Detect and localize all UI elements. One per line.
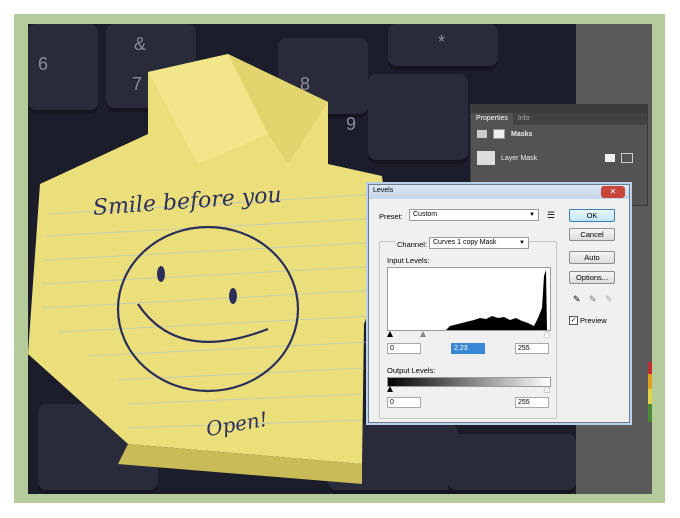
preset-options-icon[interactable]: ☰: [547, 210, 555, 221]
channel-value: Curves 1 copy Mask: [433, 239, 497, 246]
color-swatch-strip: [648, 362, 652, 422]
output-white-field[interactable]: 255: [515, 397, 549, 408]
input-black-slider[interactable]: [387, 331, 393, 337]
histogram-graph: [446, 270, 547, 330]
input-gamma-field[interactable]: 2.23: [451, 343, 485, 354]
tab-info[interactable]: Info: [513, 113, 535, 125]
masks-label: Masks: [511, 130, 533, 138]
output-levels-label: Output Levels:: [387, 366, 436, 375]
vector-mask-icon[interactable]: [621, 153, 634, 163]
panel-tabs: Properties Info: [471, 113, 647, 125]
dialog-titlebar[interactable]: Levels ✕: [369, 185, 629, 199]
dialog-title: Levels: [373, 187, 394, 194]
layer-mask-row: Layer Mask: [471, 149, 647, 167]
preset-select[interactable]: Custom ▼: [409, 209, 539, 221]
preset-value: Custom: [413, 211, 438, 218]
gray-eyedropper-icon[interactable]: ✎: [589, 294, 597, 305]
preset-label: Preset:: [379, 212, 403, 221]
panel-titlebar[interactable]: [471, 105, 647, 113]
auto-button[interactable]: Auto: [569, 251, 615, 264]
preview-checkbox[interactable]: ✓: [569, 316, 578, 325]
ok-button[interactable]: OK: [569, 209, 615, 222]
preview-label: Preview: [580, 316, 607, 325]
white-eyedropper-icon[interactable]: ✎: [605, 294, 613, 305]
input-white-field[interactable]: 255: [515, 343, 549, 354]
layer-mask-label: Layer Mask: [501, 154, 538, 162]
channel-select[interactable]: Curves 1 copy Mask ▼: [429, 237, 529, 249]
close-button[interactable]: ✕: [601, 186, 625, 198]
channel-label: Channel:: [395, 240, 430, 249]
black-eyedropper-icon[interactable]: ✎: [573, 294, 581, 305]
input-black-field[interactable]: 0: [387, 343, 421, 354]
chevron-down-icon: ▼: [519, 240, 525, 246]
apply-mask-icon[interactable]: [605, 154, 616, 162]
tab-properties[interactable]: Properties: [471, 113, 513, 125]
levels-dialog: Levels ✕ Preset: Custom ▼ ☰ Channel: Cur…: [368, 184, 630, 423]
output-black-slider[interactable]: [387, 386, 393, 392]
chevron-down-icon: ▼: [529, 212, 535, 218]
input-white-slider[interactable]: [544, 331, 550, 337]
histogram: [387, 267, 551, 331]
mask-icon[interactable]: [477, 130, 487, 138]
masks-row: Masks: [471, 125, 647, 143]
pixel-mask-icon[interactable]: [493, 129, 505, 139]
input-gamma-slider[interactable]: [420, 331, 426, 337]
output-gradient: [387, 377, 551, 387]
output-white-slider[interactable]: [544, 386, 550, 392]
output-black-field[interactable]: 0: [387, 397, 421, 408]
options-button[interactable]: Options...: [569, 271, 615, 284]
cancel-button[interactable]: Cancel: [569, 228, 615, 241]
input-levels-label: Input Levels:: [387, 256, 430, 265]
layer-mask-thumbnail[interactable]: [477, 151, 495, 165]
